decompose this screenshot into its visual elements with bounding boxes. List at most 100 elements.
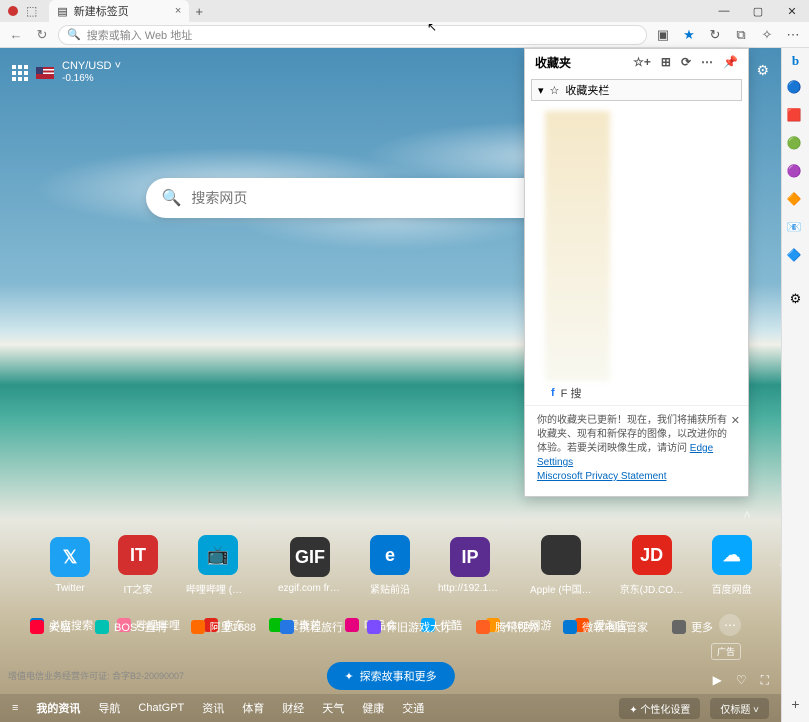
promo-link[interactable]: 阿里1688 — [191, 619, 256, 635]
promo-link[interactable]: 天猫 — [30, 619, 71, 635]
tile-label: 紧贴前沿 — [370, 581, 410, 596]
nav-tab[interactable]: 我的资讯 — [36, 700, 80, 716]
nav-tab[interactable]: 资讯 — [202, 700, 224, 716]
browser-tab[interactable]: ▤ 新建标签页 × — [49, 0, 189, 22]
play-icon[interactable]: ▶ — [713, 673, 722, 688]
quick-tile[interactable]: 📺哔哩哔哩 (゜… — [186, 535, 250, 596]
favorites-message: ✕ 你的收藏夹已更新！现在，我们将捕获所有收藏夹、现有和新保存的图像，以改进你的… — [525, 405, 748, 496]
favorites-bar-row[interactable]: ▾ ☆ 收藏夹栏 — [531, 79, 742, 101]
workspace-icon[interactable]: ⬚ — [26, 4, 37, 18]
sidebar-add-icon[interactable]: + — [791, 696, 799, 712]
sparkle-icon: ✦ — [344, 670, 353, 683]
tile-label: 百度网盘 — [712, 581, 752, 596]
star-icon: ☆ — [550, 84, 560, 97]
quick-tile[interactable]: GIF ezgif.com fre… — [278, 537, 342, 594]
tile-icon — [541, 535, 581, 575]
fullscreen-icon[interactable]: ⛶ — [761, 673, 769, 688]
side-chat-icon[interactable]: 🔵 — [787, 80, 805, 98]
tab-close-icon[interactable]: × — [175, 5, 181, 17]
privacy-link[interactable]: Miscrosoft Privacy Statement — [537, 471, 666, 482]
extensions-icon[interactable]: ⧉ — [731, 27, 751, 43]
side-drop-icon[interactable]: 🔷 — [787, 248, 805, 266]
personalize-button[interactable]: ✦ 个性化设置 — [619, 698, 700, 719]
more-icon[interactable]: ⋯ — [701, 55, 713, 69]
split-screen-icon[interactable]: ▣ — [653, 27, 673, 43]
sync-icon[interactable]: ↻ — [705, 27, 725, 43]
sidebar-gear-icon[interactable]: ⚙ — [787, 290, 805, 308]
favorite-item[interactable]: f F 搜 — [551, 385, 738, 401]
nav-tab[interactable]: 天气 — [322, 700, 344, 716]
tile-label: 哔哩哔哩 (゜… — [186, 581, 250, 596]
window-minimize[interactable]: — — [707, 0, 741, 22]
explore-button[interactable]: ✦ 探索故事和更多 — [326, 662, 454, 690]
promo-link[interactable]: BOSS直聘 — [95, 619, 167, 635]
add-folder-icon[interactable]: ⊞ — [661, 55, 671, 69]
quick-tile[interactable]: ITIT之家 — [118, 535, 158, 596]
promo-link[interactable]: 腾讯视频 — [476, 619, 539, 635]
tab-title: 新建标签页 — [74, 3, 129, 19]
tile-label: ezgif.com fre… — [278, 583, 342, 594]
link-icon — [191, 620, 205, 634]
bing-icon[interactable]: b — [787, 52, 805, 70]
close-icon[interactable]: ✕ — [731, 414, 740, 429]
link-icon — [30, 620, 44, 634]
currency-widget[interactable]: CNY/USD ˅ -0.16% — [62, 60, 121, 85]
page-settings-icon[interactable]: ⚙ — [756, 62, 769, 79]
quick-tile[interactable]: Apple (中国… — [530, 535, 592, 596]
nav-tab[interactable]: 导航 — [98, 700, 120, 716]
link-label: 怀旧游戏大厅 — [386, 619, 452, 635]
back-button[interactable]: ← — [6, 27, 26, 42]
address-bar[interactable]: 🔍 搜索或输入 Web 地址 — [58, 25, 647, 45]
quick-tile[interactable]: 𝕏Twitter — [50, 537, 90, 594]
link-icon — [563, 620, 577, 634]
window-maximize[interactable]: ▢ — [741, 0, 775, 22]
legal-text: 增值电信业务经营许可证: 合字B2-20090007 — [8, 669, 184, 682]
currency-pair: CNY/USD — [62, 60, 112, 72]
link-label: BOSS直聘 — [114, 619, 167, 635]
reload-button[interactable]: ↻ — [32, 27, 52, 43]
side-tools-icon[interactable]: 🟢 — [787, 136, 805, 154]
toolbar: ← ↻ 🔍 搜索或输入 Web 地址 ▣ ★ ↻ ⧉ ✧ ⋯ — [0, 22, 809, 48]
tile-icon: IT — [118, 535, 158, 575]
side-games-icon[interactable]: 🟣 — [787, 164, 805, 182]
menu-icon[interactable]: ⋯ — [783, 27, 803, 43]
promo-link[interactable]: 更多 — [672, 619, 713, 635]
link-icon — [367, 620, 381, 634]
collections-icon[interactable]: ✧ — [757, 27, 777, 43]
profile-icon[interactable] — [8, 6, 18, 16]
search-icon: 🔍 — [162, 188, 182, 208]
like-icon[interactable]: ♡ — [736, 673, 747, 688]
nav-tab[interactable]: 健康 — [362, 700, 384, 716]
favorites-flyout: 收藏夹 ☆+ ⊞ ⟳ ⋯ 📌 ▾ ☆ 收藏夹栏 f F 搜 ✕ 你的收藏夹已更新… — [524, 48, 749, 497]
side-office-icon[interactable]: 🔶 — [787, 192, 805, 210]
nav-tab[interactable]: 交通 — [402, 700, 424, 716]
new-tab-button[interactable]: + — [195, 4, 203, 19]
pin-icon[interactable]: 📌 — [723, 55, 738, 69]
layout-select[interactable]: 仅标题 ˅ — [710, 698, 769, 719]
chevron-down-icon: ˅ — [115, 60, 121, 72]
tile-icon: e — [370, 535, 410, 575]
add-favorite-icon[interactable]: ☆+ — [633, 55, 651, 69]
quick-tile[interactable]: ☁百度网盘 — [712, 535, 752, 596]
window-close[interactable]: ✕ — [775, 0, 809, 22]
promo-link[interactable]: 携程旅行 — [280, 619, 343, 635]
promo-link[interactable]: 怀旧游戏大厅 — [367, 619, 452, 635]
promo-link[interactable]: 微软电脑管家 — [563, 619, 648, 635]
side-shopping-icon[interactable]: 🟥 — [787, 108, 805, 126]
quick-tile[interactable]: IPhttp://192.16… — [438, 537, 502, 594]
hamburger-icon[interactable]: ≡ — [12, 702, 18, 714]
ntp-top-widgets: CNY/USD ˅ -0.16% — [12, 60, 121, 85]
nav-tab[interactable]: ChatGPT — [138, 702, 184, 714]
side-outlook-icon[interactable]: 📧 — [787, 220, 805, 238]
tile-icon: GIF — [290, 537, 330, 577]
sync-icon[interactable]: ⟳ — [681, 55, 691, 69]
link-icon — [672, 620, 686, 634]
apps-grid-icon[interactable] — [12, 65, 28, 81]
favorites-icon[interactable]: ★ — [679, 27, 699, 43]
nav-tab[interactable]: 财经 — [282, 700, 304, 716]
collapse-chevron-icon[interactable]: ˄ — [743, 507, 751, 522]
quick-tile[interactable]: JD京东(JD.COM) — [620, 535, 684, 596]
nav-tab[interactable]: 体育 — [242, 700, 264, 716]
quick-tile[interactable]: e 紧贴前沿 — [370, 535, 410, 596]
ad-chip: 广告 — [711, 643, 741, 660]
